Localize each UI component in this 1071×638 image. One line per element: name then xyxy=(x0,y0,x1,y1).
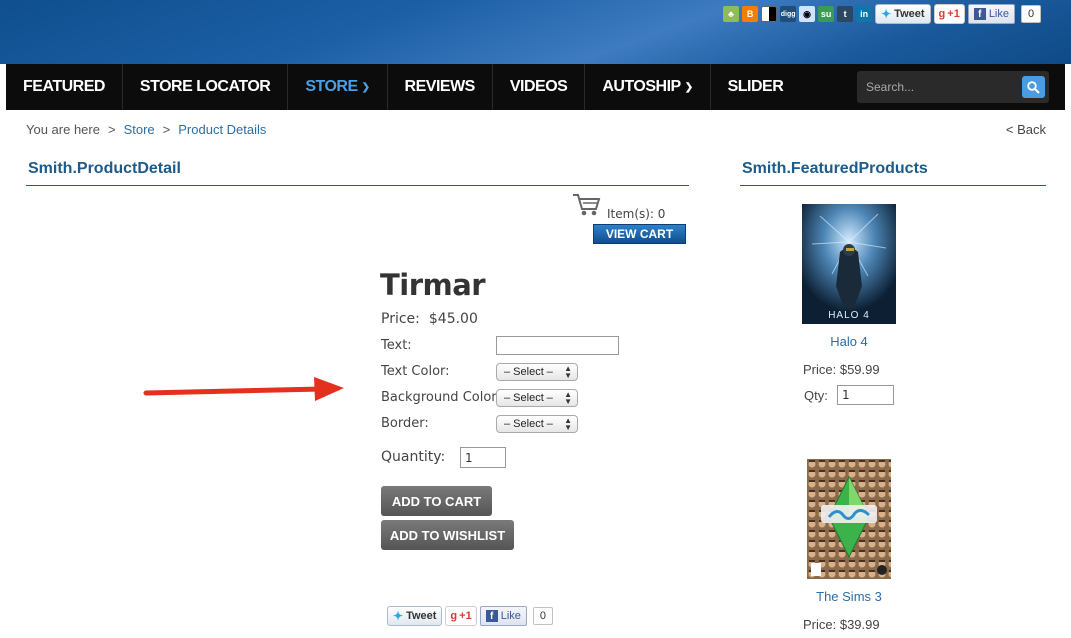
text-color-label: Text Color: xyxy=(381,364,450,379)
search-icon xyxy=(1027,80,1040,94)
nav-item-store[interactable]: STORE ❯ xyxy=(288,64,388,110)
select-value: – Select – xyxy=(504,366,553,378)
featured-product-price: Price: $59.99 xyxy=(803,362,880,377)
gplus-label: +1 xyxy=(947,8,960,20)
nav-item-reviews[interactable]: REVIEWS xyxy=(388,64,493,110)
top-banner: ♣ B digg ◉ su t in ✦ Tweet g +1 f Like 0 xyxy=(0,0,1071,64)
add-to-cart-button[interactable]: ADD TO CART xyxy=(381,486,492,516)
nav-label: STORE LOCATOR xyxy=(139,78,271,95)
featured-product-name[interactable]: Halo 4 xyxy=(799,334,899,349)
featured-products-heading: Smith.FeaturedProducts xyxy=(742,160,928,177)
tumblr-icon[interactable]: t xyxy=(837,6,854,22)
facebook-icon: f xyxy=(973,8,986,20)
tweet-label: Tweet xyxy=(894,8,925,20)
background-color-select[interactable]: – Select – ▲ ▼ xyxy=(496,389,578,407)
tweet-button[interactable]: ✦ Tweet xyxy=(387,606,443,626)
add-to-wishlist-button[interactable]: ADD TO WISHLIST xyxy=(381,520,514,550)
select-value: – Select – xyxy=(504,392,553,404)
nav-item-autoship[interactable]: AUTOSHIP ❯ xyxy=(585,64,711,110)
delicious-icon[interactable] xyxy=(761,6,778,22)
border-label: Border: xyxy=(381,416,429,431)
nav-item-videos[interactable]: VIDEOS xyxy=(493,64,586,110)
digg-icon[interactable]: digg xyxy=(780,6,797,22)
like-label: Like xyxy=(988,8,1009,20)
facebook-icon: f xyxy=(485,610,498,622)
section-divider xyxy=(740,185,1046,186)
nav-item-featured[interactable]: FEATURED xyxy=(6,64,123,110)
reddit-icon[interactable]: ◉ xyxy=(799,6,816,22)
facebook-like-button[interactable]: f Like xyxy=(479,606,527,626)
quantity-label: Quantity: xyxy=(381,449,446,465)
twitter-bird-icon: ✦ xyxy=(393,609,404,623)
text-label: Text: xyxy=(381,338,412,353)
nav-label: STORE xyxy=(305,78,358,95)
shopping-cart-icon[interactable] xyxy=(572,192,602,218)
featured-qty-label: Qty: xyxy=(804,388,828,403)
chevron-down-icon: ❯ xyxy=(361,81,370,93)
stumbleupon-icon[interactable]: su xyxy=(818,6,835,22)
search-button[interactable] xyxy=(1022,76,1045,98)
social-bar: ♣ B digg ◉ su t in ✦ Tweet g +1 f Like 0 xyxy=(723,4,1041,24)
breadcrumb-separator: > xyxy=(162,122,171,137)
like-label: Like xyxy=(500,610,521,622)
nav-item-slider[interactable]: SLIDER xyxy=(711,64,801,110)
red-arrow-icon xyxy=(143,377,344,401)
product-social-bar: ✦ Tweet g +1 f Like 0 xyxy=(387,606,553,626)
gplus-button[interactable]: g +1 xyxy=(445,606,477,626)
view-cart-button[interactable]: VIEW CART xyxy=(593,224,686,244)
linkedin-icon[interactable]: in xyxy=(856,6,873,22)
nav-label: VIDEOS xyxy=(509,78,568,95)
nav-label: FEATURED xyxy=(23,78,105,95)
main-nav: FEATURED STORE LOCATOR STORE ❯ REVIEWS VI… xyxy=(6,64,1065,110)
breadcrumb-prefix: You are here xyxy=(26,122,100,137)
breadcrumb-separator: > xyxy=(107,122,116,137)
text-field[interactable] xyxy=(496,336,619,355)
halo-4-cover-text: HALO 4 xyxy=(828,310,870,321)
share-icon[interactable]: ♣ xyxy=(723,6,740,22)
section-divider xyxy=(26,185,689,186)
border-select[interactable]: – Select – ▲ ▼ xyxy=(496,415,578,433)
breadcrumb-current-link[interactable]: Product Details xyxy=(178,122,266,137)
gplus-g-icon: g xyxy=(450,610,458,622)
tweet-label: Tweet xyxy=(406,610,437,622)
featured-product-name[interactable]: The Sims 3 xyxy=(799,589,899,604)
product-price-line: Price: $45.00 xyxy=(381,311,478,327)
twitter-bird-icon: ✦ xyxy=(881,7,892,21)
select-arrows-icon: ▲ ▼ xyxy=(564,364,572,380)
nav-label: AUTOSHIP xyxy=(602,78,681,95)
blogger-icon[interactable]: B xyxy=(742,6,759,22)
product-detail-heading: Smith.ProductDetail xyxy=(28,160,181,177)
like-count: 0 xyxy=(532,607,553,625)
gplus-label: +1 xyxy=(459,610,472,622)
nav-label: SLIDER xyxy=(727,78,784,95)
back-link[interactable]: < Back xyxy=(1006,122,1046,137)
facebook-like-button[interactable]: f Like xyxy=(967,4,1015,24)
product-name: Tirmar xyxy=(380,268,486,302)
search-input[interactable] xyxy=(857,71,1017,103)
text-color-select[interactable]: – Select – ▲ ▼ xyxy=(496,363,578,381)
quantity-input[interactable]: 1 xyxy=(460,447,506,468)
like-count: 0 xyxy=(1021,5,1041,23)
featured-qty-input[interactable]: 1 xyxy=(837,385,894,405)
select-value: – Select – xyxy=(504,418,553,430)
price-value: $45.00 xyxy=(428,311,478,327)
the-sims-3-cover-image[interactable] xyxy=(807,459,891,579)
breadcrumb: You are here > Store > Product Details xyxy=(26,122,266,137)
breadcrumb-store-link[interactable]: Store xyxy=(124,122,155,137)
select-arrows-icon: ▲ ▼ xyxy=(564,416,572,432)
cart-item-count: Item(s): 0 xyxy=(607,207,666,221)
nav-label: REVIEWS xyxy=(404,78,476,95)
chevron-down-icon: ❯ xyxy=(684,81,693,93)
halo-4-cover-image[interactable]: HALO 4 xyxy=(802,204,896,324)
gplus-button[interactable]: g +1 xyxy=(933,4,965,24)
nav-item-store-locator[interactable]: STORE LOCATOR xyxy=(123,64,289,110)
search-box xyxy=(857,71,1049,103)
tweet-button[interactable]: ✦ Tweet xyxy=(875,4,931,24)
select-arrows-icon: ▲ ▼ xyxy=(564,390,572,406)
background-color-label: Background Color: xyxy=(381,390,501,405)
featured-product-price: Price: $39.99 xyxy=(803,617,880,632)
gplus-g-icon: g xyxy=(938,8,946,20)
price-label: Price: xyxy=(381,311,420,327)
